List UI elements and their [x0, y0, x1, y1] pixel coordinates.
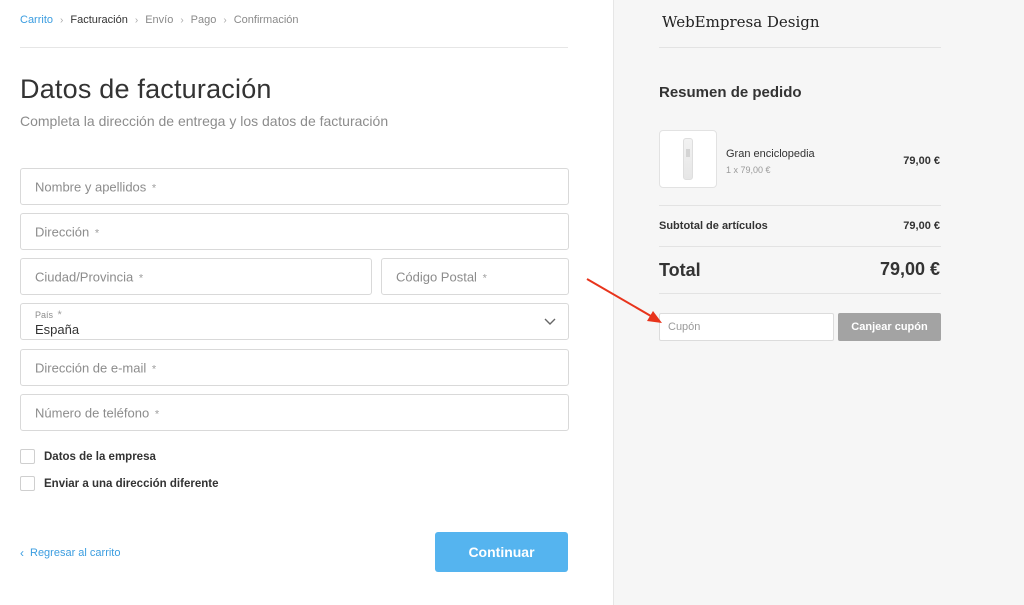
breadcrumb-billing: Facturación: [70, 14, 128, 26]
company-checkbox-label[interactable]: Datos de la empresa: [44, 451, 156, 463]
city-placeholder: Ciudad/Provincia *: [35, 269, 144, 284]
email-field[interactable]: Dirección de e-mail *: [20, 349, 569, 386]
breadcrumb: Carrito › Facturación › Envío › Pago › C…: [20, 14, 299, 26]
phone-placeholder: Número de teléfono *: [35, 405, 160, 420]
annotation-arrow-icon: [586, 278, 662, 323]
breadcrumb-shipping: Envío: [145, 14, 174, 26]
address-placeholder: Dirección *: [35, 224, 100, 239]
product-image: [683, 138, 693, 180]
company-checkbox[interactable]: [20, 449, 35, 464]
breadcrumb-cart[interactable]: Carrito: [20, 14, 53, 26]
coupon-input[interactable]: Cupón: [659, 313, 834, 341]
breadcrumb-separator: ›: [223, 14, 227, 26]
postal-code-field[interactable]: Código Postal *: [381, 258, 569, 295]
chevron-left-icon: ‹: [20, 546, 24, 560]
brand-logo: WebEmpresa Design: [662, 13, 820, 31]
chevron-down-icon: [544, 313, 556, 331]
divider: [659, 246, 941, 247]
name-placeholder: Nombre y apellidos *: [35, 179, 157, 194]
page-title: Datos de facturación: [20, 74, 272, 104]
subtotal-value: 79,00 €: [903, 220, 940, 232]
city-field[interactable]: Ciudad/Provincia *: [20, 258, 372, 295]
divider: [20, 47, 568, 48]
continue-button[interactable]: Continuar: [435, 532, 568, 572]
different-address-checkbox[interactable]: [20, 476, 35, 491]
total-value: 79,00 €: [879, 259, 940, 279]
company-checkbox-row[interactable]: Datos de la empresa: [20, 449, 156, 464]
country-value: España: [35, 322, 80, 337]
country-label: País *: [35, 309, 62, 321]
product-thumbnail: [659, 130, 717, 188]
summary-title: Resumen de pedido: [659, 84, 802, 101]
breadcrumb-separator: ›: [180, 14, 184, 26]
name-field[interactable]: Nombre y apellidos *: [20, 168, 569, 205]
back-to-cart-link[interactable]: ‹ Regresar al carrito: [20, 546, 120, 560]
different-address-checkbox-label[interactable]: Enviar a una dirección diferente: [44, 478, 218, 490]
billing-panel: Carrito › Facturación › Envío › Pago › C…: [0, 0, 613, 605]
subtotal-label: Subtotal de artículos: [659, 220, 768, 232]
different-address-checkbox-row[interactable]: Enviar a una dirección diferente: [20, 476, 218, 491]
redeem-coupon-button[interactable]: Canjear cupón: [838, 313, 941, 341]
breadcrumb-separator: ›: [60, 14, 64, 26]
divider: [659, 47, 941, 48]
email-placeholder: Dirección de e-mail *: [35, 360, 157, 375]
breadcrumb-separator: ›: [134, 14, 139, 26]
product-price: 79,00 €: [903, 155, 940, 167]
country-select[interactable]: País * España: [20, 303, 569, 340]
product-quantity: 1 x 79,00 €: [726, 165, 771, 175]
breadcrumb-confirmation: Confirmación: [233, 14, 299, 26]
page-subtitle: Completa la dirección de entrega y los d…: [20, 113, 389, 129]
address-field[interactable]: Dirección *: [20, 213, 569, 250]
postal-placeholder: Código Postal *: [396, 269, 487, 284]
divider: [659, 205, 941, 206]
phone-field[interactable]: Número de teléfono *: [20, 394, 569, 431]
product-name: Gran enciclopedia: [726, 148, 815, 160]
divider: [659, 293, 941, 294]
breadcrumb-payment: Pago: [190, 14, 217, 26]
back-to-cart-label[interactable]: Regresar al carrito: [30, 547, 120, 559]
